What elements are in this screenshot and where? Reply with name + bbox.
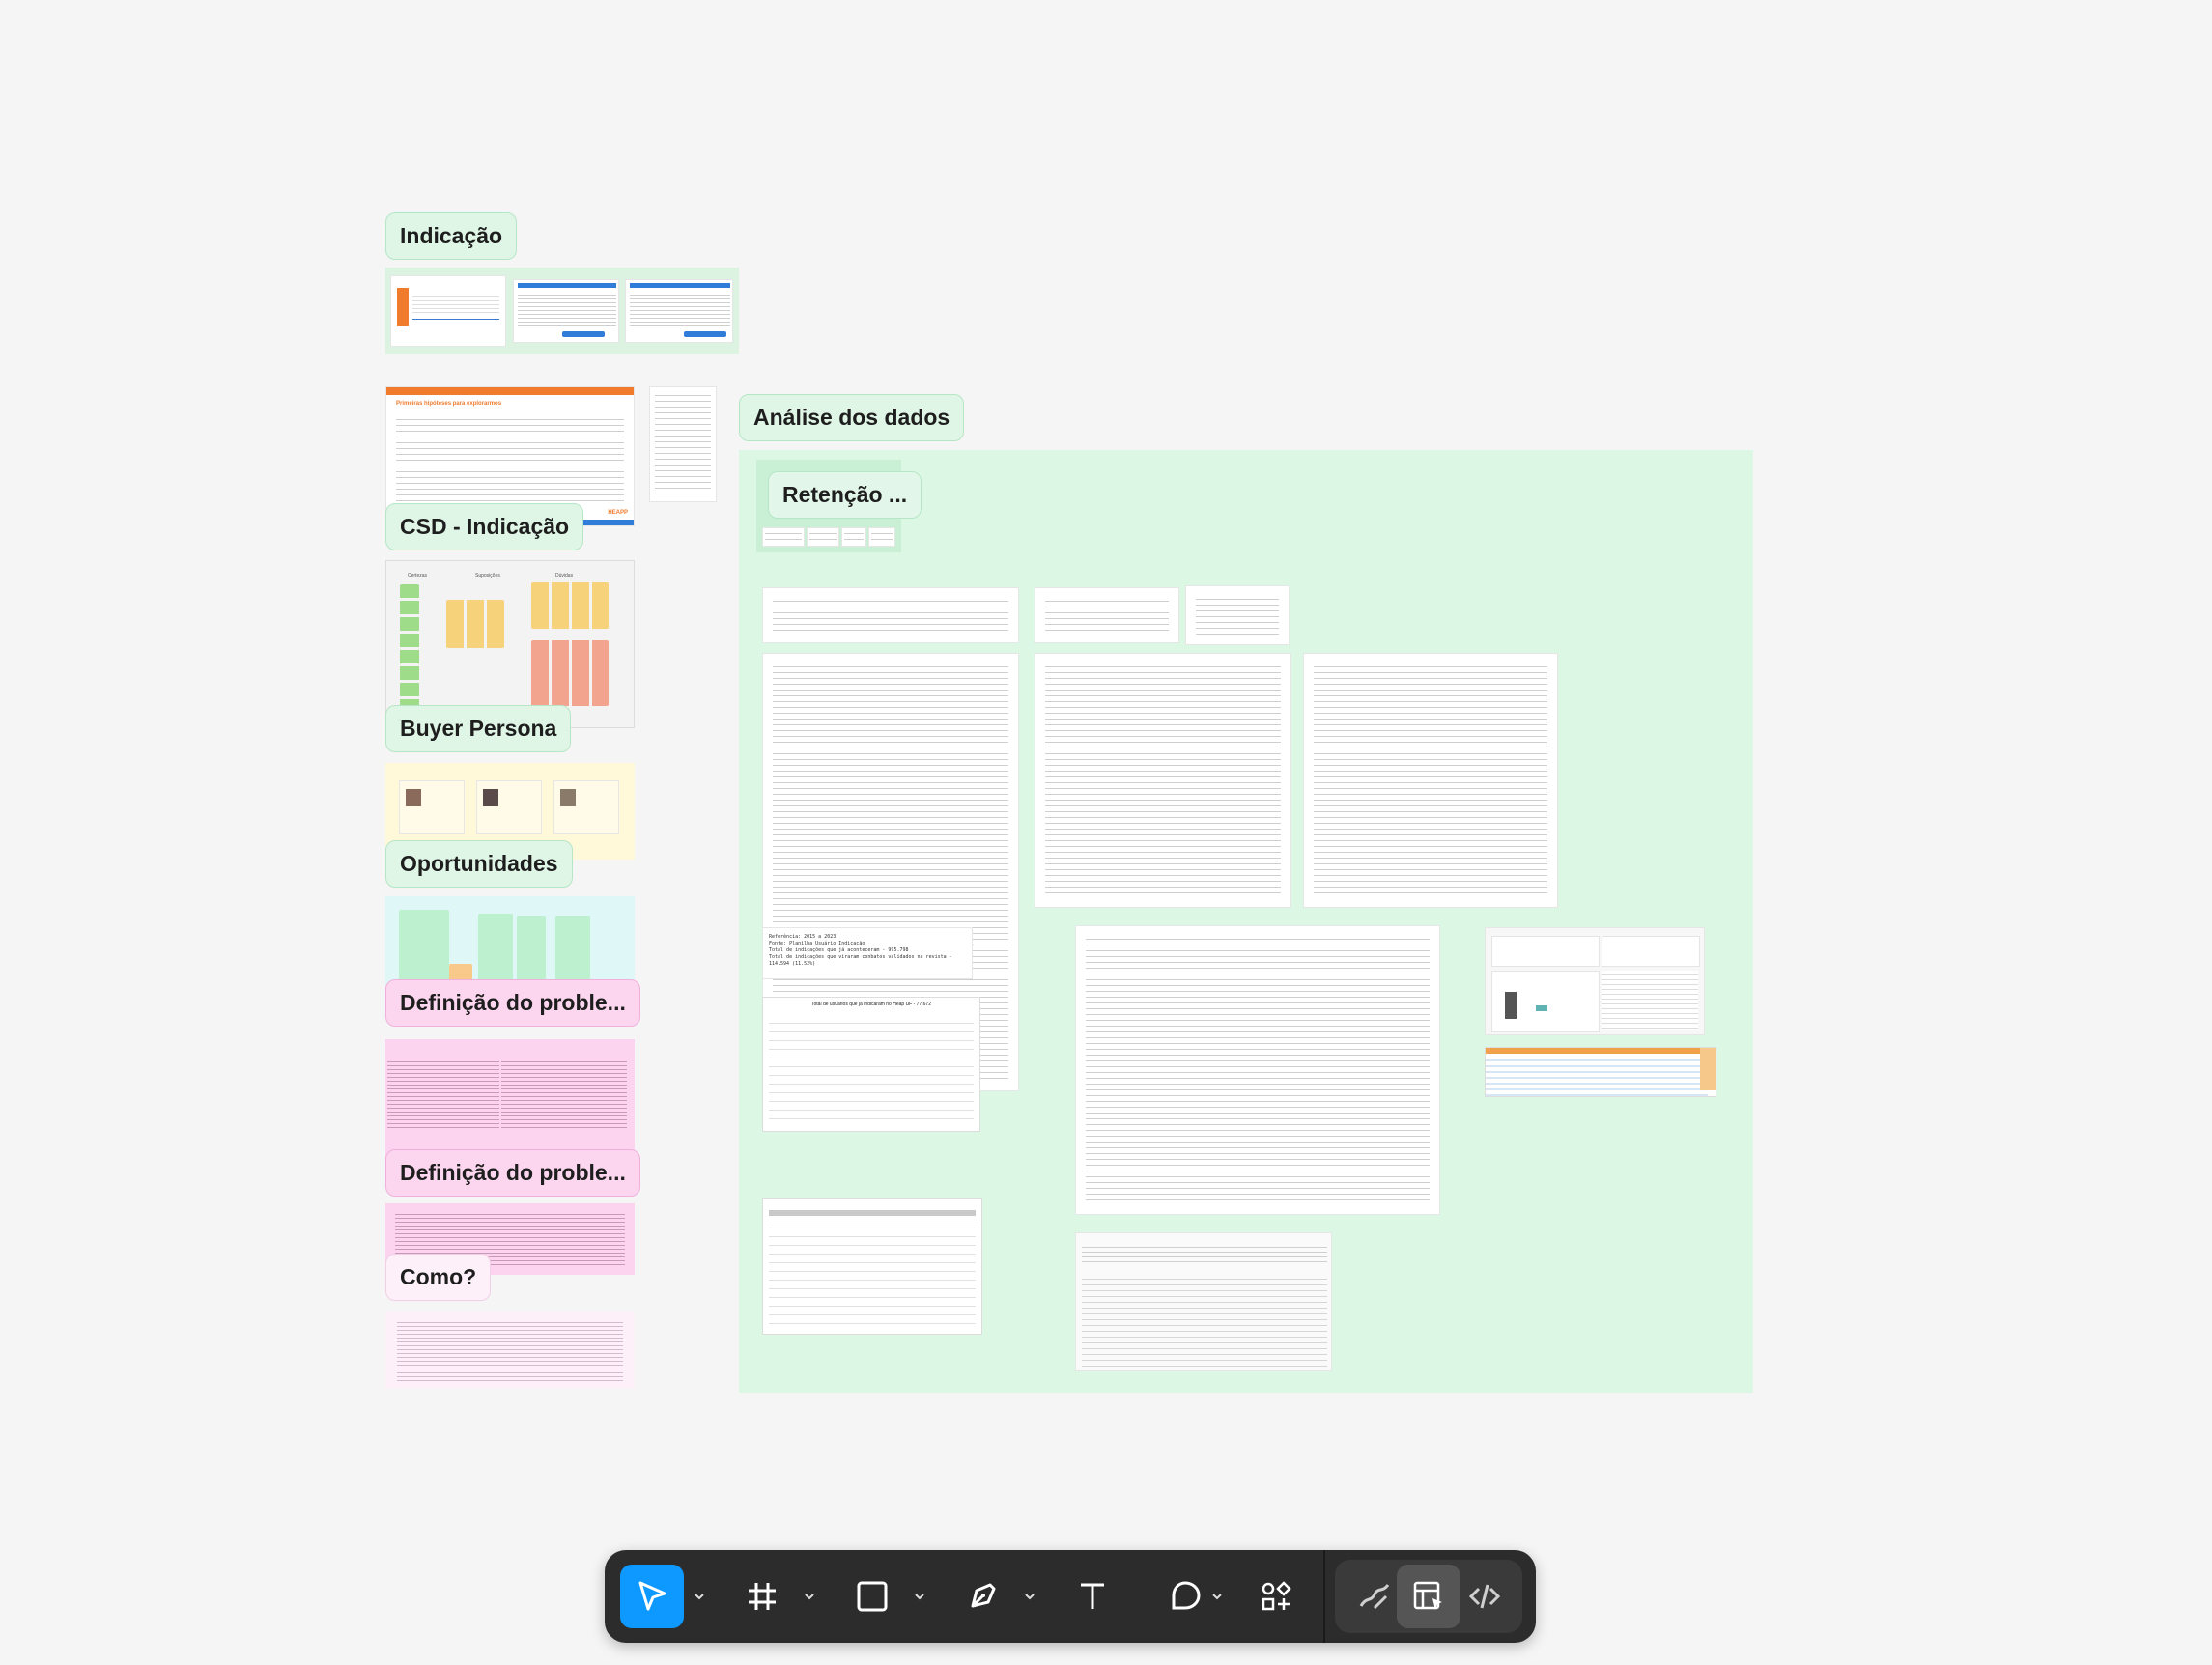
pen-nib-icon bbox=[971, 1583, 996, 1608]
faixa-table: Total de usuários que já indicaram no He… bbox=[762, 997, 980, 1132]
comment-tool-caret[interactable] bbox=[1209, 1587, 1225, 1606]
faixa-table-title: Total de usuários que já indicaram no He… bbox=[811, 1002, 931, 1007]
text-tool-button[interactable] bbox=[1061, 1565, 1124, 1628]
ref-line-2: Fonte: Planilha Usuário Indicação bbox=[769, 941, 865, 946]
section-label-como[interactable]: Como? bbox=[385, 1254, 492, 1301]
move-tool-button[interactable] bbox=[620, 1565, 684, 1628]
toolbar-separator bbox=[1323, 1550, 1325, 1643]
csd-col-duvidas: Dúvidas bbox=[555, 573, 574, 579]
ref-line-4: Total de indicações que viraram conbatos… bbox=[769, 954, 952, 967]
doc-principais-desafios bbox=[1035, 653, 1291, 908]
shapes-plus-icon bbox=[1262, 1581, 1291, 1611]
comment-tool-button[interactable] bbox=[1153, 1565, 1217, 1628]
chevron-down-icon bbox=[1212, 1594, 1222, 1600]
indicacao-table-thumb-2 bbox=[625, 279, 733, 343]
design-layout-icon bbox=[1413, 1581, 1442, 1610]
chevron-down-icon bbox=[1025, 1594, 1035, 1600]
ref-line-1: Referência: 2015 a 2023 bbox=[769, 934, 837, 940]
frame-tool-caret[interactable] bbox=[802, 1587, 817, 1606]
chevron-down-icon bbox=[915, 1594, 924, 1600]
analise-frame[interactable]: Retenção ... Referência: 2015 a 2023 Fon… bbox=[739, 450, 1753, 1393]
indicadores-table bbox=[762, 1198, 982, 1335]
dev-mode-button[interactable] bbox=[1453, 1565, 1517, 1628]
pen-tool-caret[interactable] bbox=[1022, 1587, 1037, 1606]
speech-bubble-icon bbox=[1172, 1581, 1201, 1610]
indicacao-table-thumb-1 bbox=[513, 279, 619, 343]
doc-plano-acao bbox=[1303, 653, 1558, 908]
frame-tool-button[interactable] bbox=[730, 1565, 794, 1628]
section-label-definicao-1[interactable]: Definição do proble... bbox=[385, 979, 640, 1027]
text-t-icon bbox=[1081, 1583, 1104, 1609]
doc-referencia: Referência: 2015 a 2023 Fonte: Planilha … bbox=[762, 927, 973, 979]
section-label-csd[interactable]: CSD - Indicação bbox=[385, 503, 584, 550]
section-label-definicao-2[interactable]: Definição do proble... bbox=[385, 1149, 640, 1197]
csd-board[interactable]: Certezas Suposições Dúvidas bbox=[385, 560, 635, 728]
doc-segment-summary bbox=[762, 587, 1019, 643]
actions-tool-button[interactable] bbox=[1244, 1565, 1308, 1628]
design-mode-button[interactable] bbox=[1397, 1565, 1460, 1628]
rectangle-tool-caret[interactable] bbox=[912, 1587, 927, 1606]
section-label-analise[interactable]: Análise dos dados bbox=[739, 394, 965, 441]
section-label-indicacao[interactable]: Indicação bbox=[385, 212, 518, 260]
metas-table bbox=[1075, 1232, 1332, 1371]
brand-mark: HEAPP bbox=[608, 510, 628, 516]
rectangle-tool-button[interactable] bbox=[840, 1565, 904, 1628]
section-label-oportunidades[interactable]: Oportunidades bbox=[385, 840, 573, 888]
cursor-arrow-icon bbox=[638, 1581, 666, 1611]
doc-cenarios bbox=[1075, 925, 1440, 1215]
code-brackets-icon bbox=[1468, 1584, 1501, 1609]
csd-col-certezas: Certezas bbox=[408, 573, 428, 579]
mode-switcher bbox=[1335, 1560, 1522, 1633]
indicacao-chart-thumb bbox=[390, 275, 506, 347]
chevron-down-icon bbox=[805, 1594, 814, 1600]
hash-frame-icon bbox=[749, 1583, 776, 1610]
section-label-retencao[interactable]: Retenção ... bbox=[768, 471, 922, 519]
draw-pencil-icon bbox=[1359, 1584, 1390, 1610]
doc-segment-notes bbox=[1035, 587, 1179, 643]
dashboard-screenshot bbox=[1485, 927, 1705, 1035]
csd-doc-title: Primeiras hipóteses para explorarmos bbox=[396, 401, 502, 407]
rectangle-icon bbox=[857, 1581, 888, 1612]
colored-spreadsheet bbox=[1485, 1047, 1716, 1097]
indicacao-frame[interactable] bbox=[385, 268, 739, 354]
bottom-toolbar bbox=[605, 1550, 1536, 1643]
chevron-down-icon bbox=[695, 1594, 704, 1600]
pen-tool-button[interactable] bbox=[950, 1565, 1014, 1628]
ref-line-3: Total de indicações que já aconteceram -… bbox=[769, 947, 909, 953]
csd-side-notes bbox=[649, 386, 717, 502]
move-tool-caret[interactable] bbox=[692, 1587, 707, 1606]
doc-segment-notes-2 bbox=[1185, 585, 1290, 645]
como-text-frame[interactable] bbox=[385, 1312, 635, 1389]
section-label-buyer-persona[interactable]: Buyer Persona bbox=[385, 705, 572, 752]
definicao-1-frame[interactable] bbox=[385, 896, 635, 993]
csd-col-suposicoes: Suposições bbox=[475, 573, 500, 579]
